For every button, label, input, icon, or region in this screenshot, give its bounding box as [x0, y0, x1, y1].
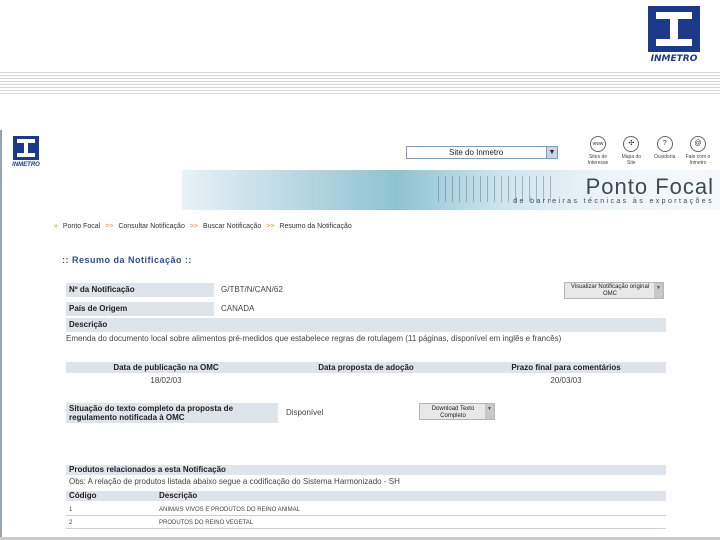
www-icon: www [590, 136, 606, 152]
row-codigo: 2 [69, 520, 73, 526]
dates-header: Data de publicação na OMC Data proposta … [66, 362, 666, 373]
row-descricao: PRODUTOS DO REINO VEGETAL [159, 520, 254, 526]
prazo-value: 20/03/03 [550, 376, 582, 385]
produtos-heading: Produtos relacionados a esta Notificação [66, 465, 666, 475]
nav-fale-conosco[interactable]: @ Fale com o Inmetro [684, 136, 712, 172]
map-icon: ✣ [623, 136, 640, 152]
row-codigo: 1 [69, 507, 73, 513]
inmetro-logo-text: INMETRO [650, 54, 698, 64]
col-codigo: Código [69, 491, 97, 500]
breadcrumb: » Ponto Focal >> Consultar Notificação >… [54, 223, 352, 230]
ponto-focal-banner: Ponto Focal de barreiras técnicas às exp… [182, 170, 720, 210]
visualizar-notificacao-button[interactable]: Visualizar Notificação original OMC ▼ [564, 282, 664, 299]
breadcrumb-separator: » [54, 223, 58, 230]
site-logo[interactable]: INMETRO [10, 136, 42, 172]
prazo-label: Prazo final para comentários [511, 363, 621, 372]
publicacao-value: 18/02/03 [150, 376, 182, 385]
nav-label: Ouvidoria [653, 154, 676, 160]
page-title: :: Resumo da Notificação :: [62, 255, 193, 265]
col-descricao: Descrição [159, 491, 198, 500]
nav-label: Fale com o Inmetro [685, 154, 711, 166]
nav-sites-interesse[interactable]: www Sites de Interesse [584, 136, 612, 172]
site-logo-text: INMETRO [12, 162, 40, 168]
header-stripe [0, 70, 720, 94]
dates-values: 18/02/03 20/03/03 [66, 375, 666, 386]
nav-ouvidoria[interactable]: ? Ouvidoria [651, 136, 679, 172]
at-icon: @ [689, 136, 706, 152]
inmetro-logo: INMETRO [648, 6, 700, 66]
nav-mapa-site[interactable]: ✣ Mapa do Site [617, 136, 645, 172]
arrow-down-icon: ▼ [485, 404, 494, 419]
numero-label: Nº da Notificação [66, 283, 214, 297]
breadcrumb-buscar[interactable]: Buscar Notificação [203, 223, 261, 230]
nav-label: Sites de Interesse [587, 154, 609, 166]
situacao-value: Disponível [286, 408, 324, 417]
chevron-down-icon[interactable]: ▼ [546, 147, 557, 158]
site-logo-mark [13, 136, 39, 160]
publicacao-label: Data de publicação na OMC [113, 363, 219, 372]
breadcrumb-separator: >> [189, 223, 198, 230]
question-icon: ? [656, 136, 673, 152]
adocao-label: Data proposta de adoção [318, 363, 414, 372]
download-texto-button[interactable]: Download Texto Completo ▼ [419, 403, 495, 420]
visualizar-button-label: Visualizar Notificação original OMC [570, 284, 650, 297]
banner-subtitle: de barreiras técnicas às exportações [513, 198, 714, 205]
download-button-label: Download Texto Completo [431, 406, 475, 419]
row-descricao: ANIMAIS VIVOS E PRODUTOS DO REINO ANIMAL [159, 507, 300, 513]
produtos-obs: Obs: A relação de produtos listada abaix… [69, 477, 400, 486]
descricao-value: Emenda do documento local sobre alimento… [66, 334, 562, 343]
pais-label: País de Origem [66, 302, 214, 316]
table-row[interactable]: 1 ANIMAIS VIVOS E PRODUTOS DO REINO ANIM… [66, 504, 666, 516]
pais-row: País de Origem CANADA [66, 302, 666, 316]
breadcrumb-consultar[interactable]: Consultar Notificação [118, 223, 185, 230]
inmetro-logo-mark [648, 6, 700, 52]
slide-header: INMETRO [0, 0, 720, 100]
nav-label: Mapa do Site [621, 154, 642, 166]
table-row[interactable]: 2 PRODUTOS DO REINO VEGETAL [66, 517, 666, 529]
breadcrumb-resumo: Resumo da Notificação [279, 223, 352, 230]
top-nav: www Sites de Interesse ✣ Mapa do Site ? … [584, 136, 712, 172]
browser-frame: INMETRO Site do Inmetro ▼ www Sites de I… [0, 130, 720, 540]
site-select[interactable]: Site do Inmetro ▼ [406, 146, 558, 159]
produtos-columns: Código Descrição [66, 491, 666, 501]
numero-value: G/TBT/N/CAN/62 [221, 285, 283, 294]
pais-value: CANADA [221, 304, 255, 313]
breadcrumb-separator: >> [105, 223, 114, 230]
situacao-label: Situação do texto completo da proposta d… [66, 403, 278, 423]
descricao-row: Descrição [66, 318, 666, 332]
banner-title: Ponto Focal [585, 174, 714, 199]
site-select-value: Site do Inmetro [449, 148, 504, 157]
breadcrumb-separator: >> [266, 223, 275, 230]
breadcrumb-ponto-focal[interactable]: Ponto Focal [63, 223, 100, 230]
arrow-down-icon: ▼ [654, 283, 663, 298]
descricao-label: Descrição [66, 318, 666, 332]
